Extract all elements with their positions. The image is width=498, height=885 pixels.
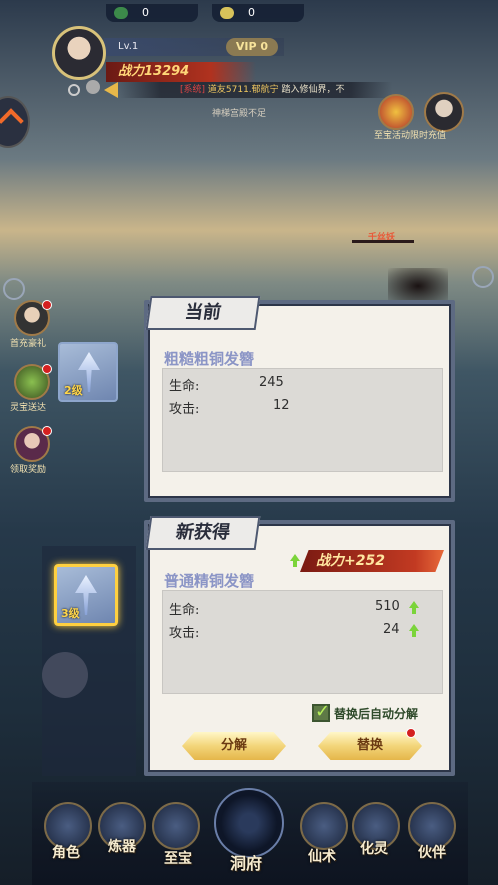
current-item-name: 粗糙粗铜发簪 — [164, 350, 255, 368]
current-stat-label-atk: 攻击: — [169, 402, 200, 417]
cave-portal-icon[interactable] — [214, 788, 284, 858]
speaker-icon[interactable] — [104, 82, 118, 98]
current-tab-label: 当前 — [145, 296, 261, 330]
notice-text: 踏入修仙界，不 — [281, 85, 345, 95]
current-item-slot[interactable]: 2级 — [58, 342, 118, 402]
new-stats-box: 生命: 510 攻击: 24 — [162, 590, 443, 694]
new-tab-label: 新获得 — [145, 516, 261, 550]
resource-1-value: 0 — [142, 6, 149, 19]
notice-line-2: 神梯宫殿不足 — [212, 109, 267, 119]
power-up-arrow-icon — [290, 554, 300, 567]
background-slot-icon — [42, 652, 88, 698]
auto-decompose-label: 替换后自动分解 — [334, 707, 419, 721]
new-stat-label-atk: 攻击: — [169, 626, 200, 641]
nav-treasure-label[interactable]: 至宝 — [164, 848, 192, 868]
vip-badge[interactable]: VIP 0 — [226, 38, 278, 56]
new-stat-value-hp: 510 — [375, 599, 400, 614]
resource-pill-2[interactable]: 0 — [212, 4, 304, 22]
side-item-label-2: 灵宝送达 — [10, 403, 47, 413]
boss-hp-bar — [352, 240, 414, 243]
nav-spell-label[interactable]: 仙术 — [308, 846, 336, 866]
nav-character-label[interactable]: 角色 — [52, 842, 80, 862]
replace-alert-icon — [406, 728, 416, 738]
expand-arrow-icon — [0, 108, 24, 134]
player-level: Lv.1 — [118, 41, 139, 52]
left-target-icon[interactable] — [3, 278, 25, 300]
current-item-level: 2级 — [64, 384, 83, 397]
current-stats-box: 生命: 245 攻击: 12 — [162, 368, 443, 472]
jade-icon — [114, 7, 128, 19]
player-avatar[interactable] — [52, 26, 106, 80]
right-event-label: 至宝活动限时充值 — [374, 131, 447, 141]
new-stat-value-atk: 24 — [383, 622, 400, 637]
right-target-icon[interactable] — [472, 266, 494, 288]
hp-up-arrow-icon — [409, 601, 419, 614]
new-item-panel: 新获得 战力+252 普通精铜发簪 生命: 510 攻击: 24 替换后自动分解… — [144, 516, 455, 776]
spirit-treasure-alert — [42, 364, 52, 374]
boss-figure[interactable] — [388, 268, 448, 304]
first-recharge-alert — [42, 300, 52, 310]
current-stat-label-hp: 生命: — [169, 379, 200, 394]
notice-highlight: 道友5711.郁航宁 — [207, 85, 279, 95]
new-item-slot[interactable]: 3级 — [54, 564, 118, 626]
new-item-name: 普通精铜发簪 — [164, 572, 255, 590]
new-stat-label-hp: 生命: — [169, 603, 200, 618]
event-avatar-icon[interactable] — [424, 92, 464, 132]
gift-icon[interactable] — [378, 94, 414, 130]
nav-treasure-icon[interactable] — [152, 802, 200, 850]
atk-up-arrow-icon — [409, 624, 419, 637]
menu-toggle-button[interactable] — [0, 96, 30, 148]
notice-tag: [系统] — [180, 85, 206, 95]
sound-icon[interactable] — [86, 80, 100, 94]
boss-marker[interactable]: 千丝妖 — [352, 230, 414, 243]
system-notice: [系统] 道友5711.郁航宁 踏入修仙界，不 — [120, 82, 392, 98]
resource-2-value: 0 — [248, 6, 255, 19]
current-item-panel: 当前 粗糙粗铜发簪 生命: 245 攻击: 12 — [144, 296, 455, 502]
nav-spell-icon[interactable] — [300, 802, 348, 850]
gold-ingot-icon — [220, 7, 234, 19]
nav-companion-label[interactable]: 伙伴 — [418, 842, 446, 862]
resource-pill-1[interactable]: 0 — [106, 4, 198, 22]
power-delta: 战力+252 — [300, 550, 444, 572]
auto-decompose-checkbox[interactable] — [312, 701, 330, 722]
side-item-label-1: 首充豪礼 — [10, 339, 47, 349]
nav-cave-label[interactable]: 洞府 — [230, 850, 262, 874]
decompose-button[interactable]: 分解 — [182, 732, 286, 760]
player-power: 战力13294 — [106, 62, 256, 82]
current-stat-value-hp: 245 — [259, 375, 284, 390]
current-stat-value-atk: 12 — [273, 398, 290, 413]
new-item-level: 3级 — [61, 607, 80, 620]
nav-spirit-label[interactable]: 化灵 — [360, 838, 388, 858]
nav-forge-label[interactable]: 炼器 — [108, 836, 136, 856]
reward-alert — [42, 426, 52, 436]
settings-gear-icon[interactable] — [68, 84, 80, 96]
side-item-label-3: 领取奖励 — [10, 465, 47, 475]
